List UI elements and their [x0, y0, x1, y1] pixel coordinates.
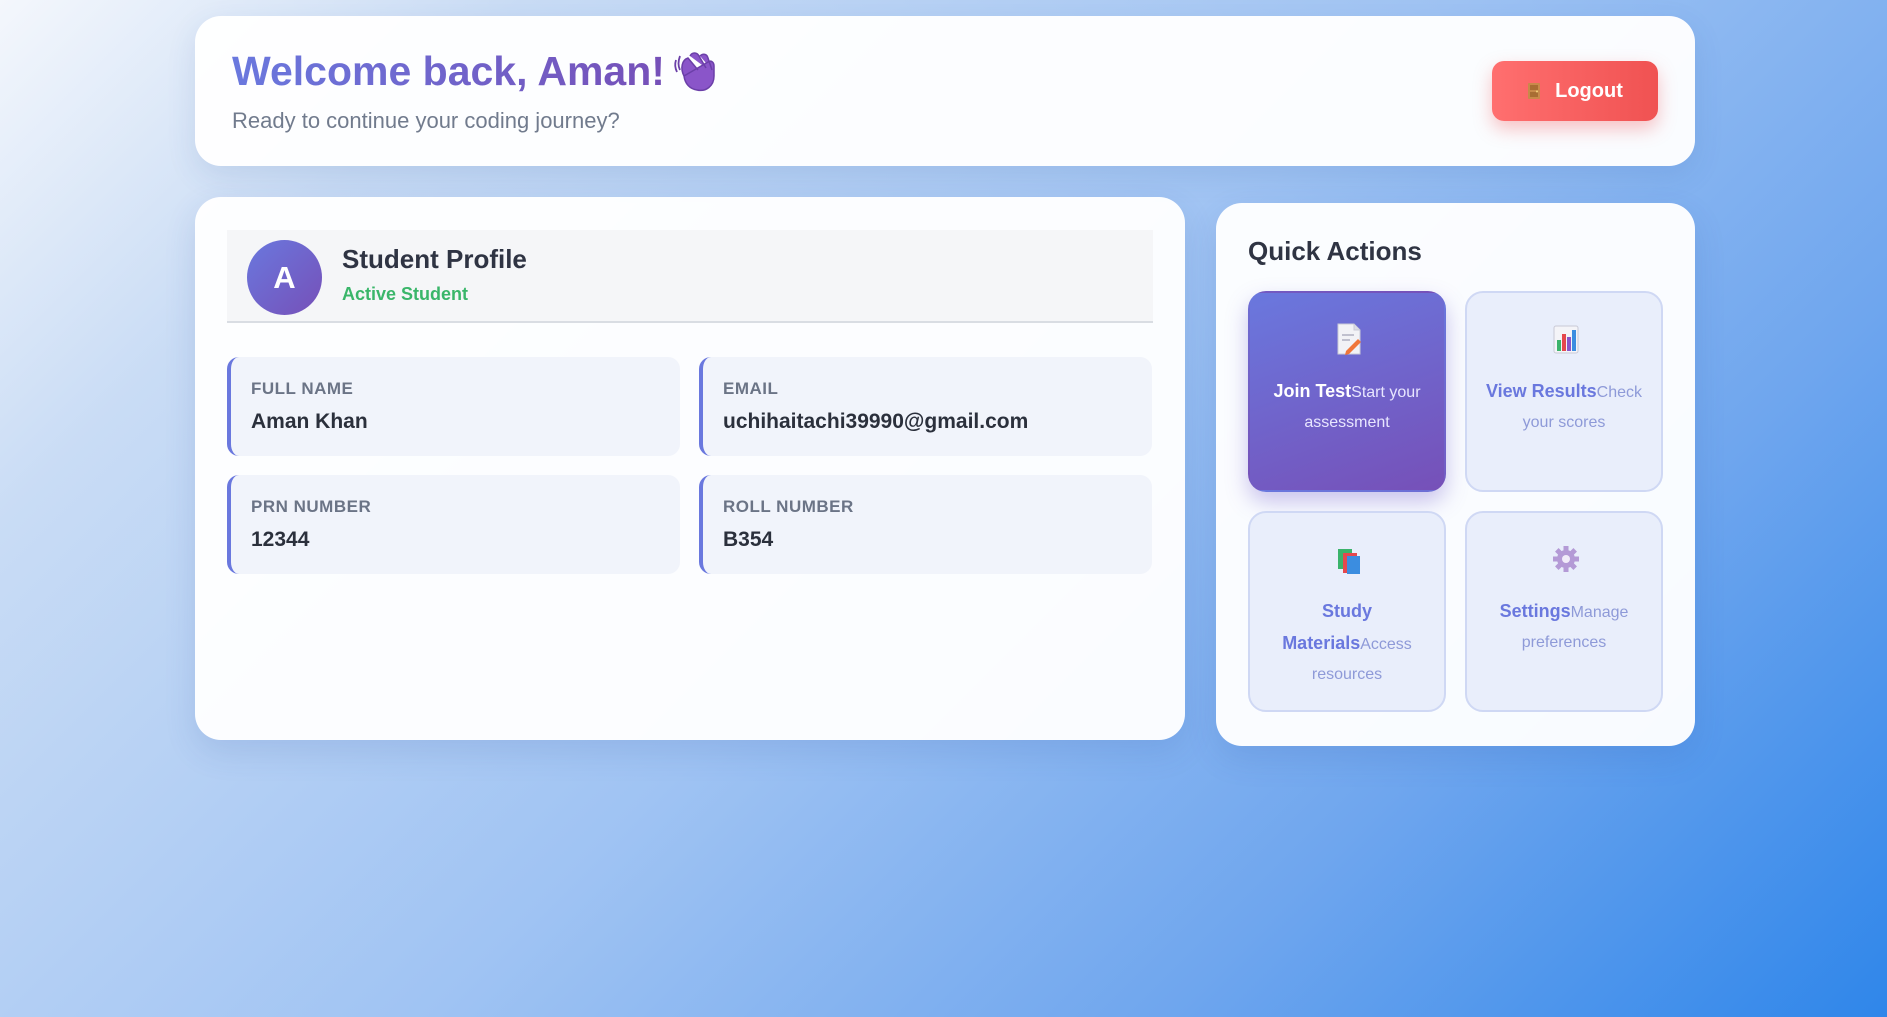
join-test-button[interactable]: Join TestStart your assessment [1248, 291, 1446, 492]
quick-actions-card: Quick Actions Join TestStart your assess… [1216, 203, 1695, 746]
study-materials-button[interactable]: Study MaterialsAccess resources [1248, 511, 1446, 712]
view-results-button[interactable]: View ResultsCheck your scores [1465, 291, 1663, 492]
field-value: uchihaitachi39990@gmail.com [723, 410, 1029, 433]
profile-title: Student Profile [342, 244, 527, 274]
field-value: B354 [723, 528, 774, 551]
field-label: EMAIL [723, 379, 779, 398]
field-full-name: FULL NAME Aman Khan [227, 357, 680, 456]
avatar: A [247, 240, 322, 315]
welcome-title: Welcome back, Aman! [232, 48, 665, 94]
field-value: 12344 [251, 528, 310, 551]
tile-label: Study Materials [1282, 601, 1372, 653]
welcome-header: Welcome back, Aman! Ready to continue yo… [195, 16, 1695, 166]
quick-actions-title: Quick Actions [1248, 236, 1422, 266]
logout-button[interactable]: Logout [1492, 61, 1658, 121]
logout-label: Logout [1555, 79, 1623, 102]
tile-text: View ResultsCheck your scores [1481, 376, 1647, 438]
student-profile-card: A Student Profile Active Student FULL NA… [195, 197, 1185, 740]
settings-button[interactable]: SettingsManage preferences [1465, 511, 1663, 712]
field-prn-number: PRN NUMBER 12344 [227, 475, 680, 574]
gear-icon [1553, 543, 1579, 575]
field-label: PRN NUMBER [251, 497, 372, 516]
field-roll-number: ROLL NUMBER B354 [699, 475, 1152, 574]
tile-label: Settings [1499, 601, 1571, 621]
tile-text: SettingsManage preferences [1481, 596, 1647, 658]
field-label: ROLL NUMBER [723, 497, 854, 516]
tile-label: View Results [1485, 381, 1597, 401]
welcome-subtitle: Ready to continue your coding journey? [232, 108, 620, 133]
profile-header: A Student Profile Active Student [227, 230, 1153, 323]
tile-text: Join TestStart your assessment [1264, 376, 1430, 438]
bar-chart-icon [1553, 323, 1579, 355]
books-icon [1336, 543, 1362, 575]
door-icon [1527, 82, 1541, 100]
tile-text: Study MaterialsAccess resources [1264, 596, 1430, 690]
field-label: FULL NAME [251, 379, 354, 398]
status-badge: Active Student [342, 284, 469, 304]
tile-label: Join Test [1273, 381, 1352, 401]
field-value: Aman Khan [251, 410, 368, 433]
field-email: EMAIL uchihaitachi39990@gmail.com [699, 357, 1152, 456]
memo-icon [1336, 323, 1362, 355]
waving-hand-icon [670, 46, 720, 96]
